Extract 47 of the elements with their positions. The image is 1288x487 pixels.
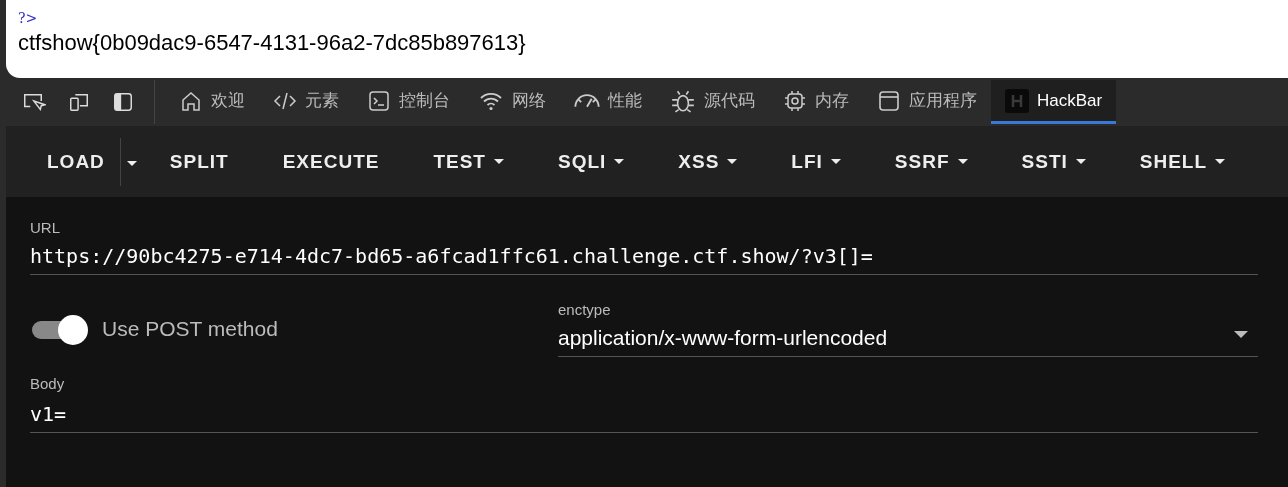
field-label: URL <box>30 219 60 236</box>
sidebar-icon[interactable] <box>112 91 134 113</box>
chip-icon <box>783 88 807 113</box>
gauge-icon <box>574 93 600 108</box>
field-label: enctype <box>558 301 611 318</box>
caret-icon <box>614 159 625 164</box>
devtools-tab[interactable]: 元素 <box>259 80 353 124</box>
devtools-tab[interactable]: 源代码 <box>656 80 769 124</box>
caret-icon <box>727 159 738 164</box>
menu-button[interactable]: SQLI <box>531 142 652 181</box>
devtools-tab[interactable]: 网络 <box>464 80 560 124</box>
menu-button[interactable]: LOAD <box>20 142 132 181</box>
devtools-tab[interactable]: 性能 <box>560 80 656 124</box>
menu-button[interactable]: TEST <box>406 142 531 181</box>
menu-button[interactable]: XSS <box>651 142 765 181</box>
enctype-select[interactable]: enctype application/x-www-form-urlencoded <box>558 301 1258 357</box>
devtools-tab[interactable]: 应用程序 <box>863 80 991 124</box>
field-value: v1= <box>30 402 67 426</box>
field-label: Body <box>30 375 65 392</box>
menu-button[interactable]: SHELL <box>1112 142 1253 181</box>
window-icon <box>877 88 901 113</box>
menu-button[interactable]: SPLIT <box>142 142 256 181</box>
devtools-tab[interactable]: 控制台 <box>353 80 464 124</box>
flag-text: ctfshow{0b09dac9-6547-4131-96a2-7dc85b897613} <box>18 30 526 56</box>
caret-icon <box>1234 330 1248 338</box>
console-icon <box>367 88 391 113</box>
caret-icon <box>1075 159 1086 164</box>
devtools-tab[interactable]: HackBar <box>991 80 1117 124</box>
devtools-tab[interactable]: 内存 <box>769 80 863 124</box>
toggle-label: Use POST method <box>102 317 278 341</box>
menu-button[interactable]: SSRF <box>867 142 995 181</box>
body-field[interactable]: Body v1= <box>30 375 1258 433</box>
caret-icon <box>1215 159 1226 164</box>
caret-icon <box>494 159 504 164</box>
caret-icon <box>830 159 841 164</box>
field-value: https://90bc4275-e714-4dc7-bd65-a6fcad1ffc61.challenge.ctf.show/?v3[]= <box>30 244 873 268</box>
menu-button[interactable]: EXECUTE <box>255 142 407 181</box>
menu-button[interactable]: SSTI <box>994 142 1113 181</box>
caret-icon <box>957 159 968 164</box>
code-line: ?> <box>18 10 38 28</box>
caret-icon <box>126 161 137 166</box>
toggle-switch[interactable] <box>30 313 88 345</box>
devtools-tab[interactable]: 欢迎 <box>165 80 259 124</box>
hackbar-logo-icon <box>1005 88 1029 113</box>
field-value: application/x-www-form-urlencoded <box>558 326 888 350</box>
url-field[interactable]: URL https://90bc4275-e714-4dc7-bd65-a6fcad1ffc61.challenge.ctf.show/?v3[]= <box>30 219 1258 275</box>
menu-button[interactable]: LFI <box>764 142 868 181</box>
